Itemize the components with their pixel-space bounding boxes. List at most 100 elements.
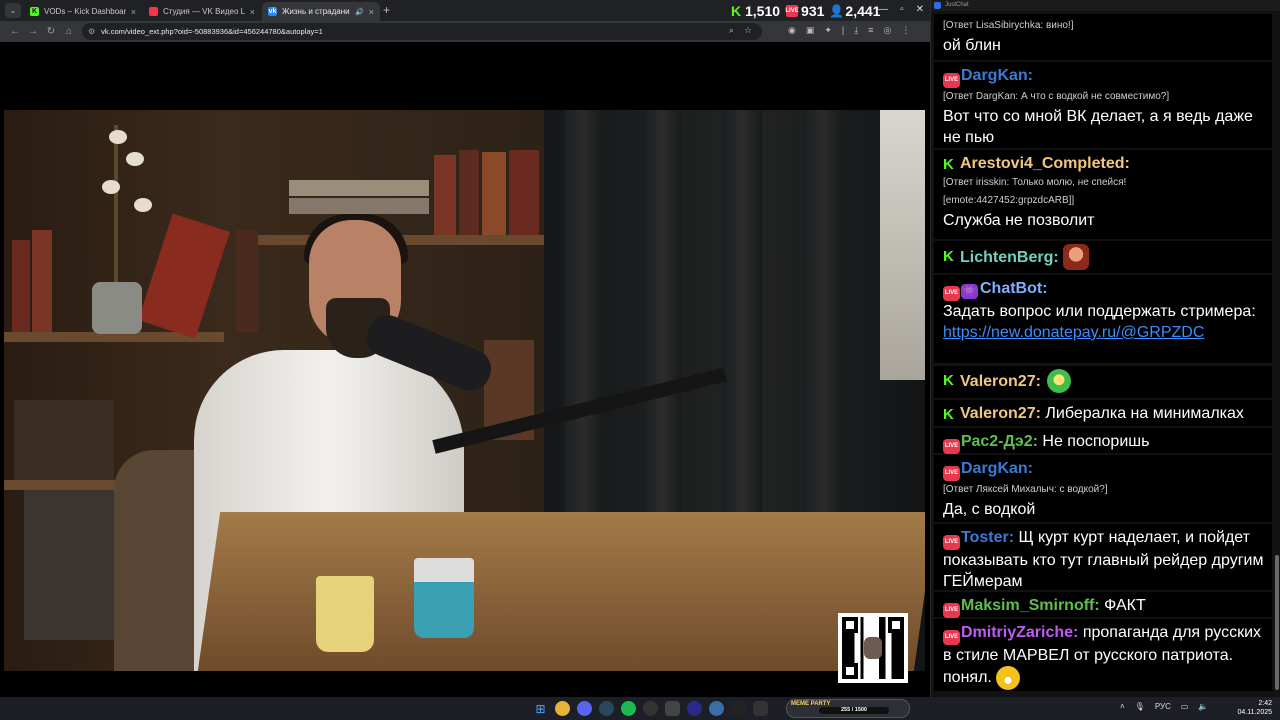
chrome-icon[interactable]: [555, 701, 570, 716]
menu-icon[interactable]: ⋮: [901, 25, 910, 36]
message-text: ФАКТ: [1104, 597, 1146, 614]
donate-link[interactable]: https://new.donatepay.ru/@GRPZDC: [943, 324, 1204, 341]
steam-icon[interactable]: [599, 701, 614, 716]
back-icon[interactable]: ←: [6, 26, 24, 37]
total-viewers: 👤 2,441: [829, 2, 881, 19]
close-tab-icon[interactable]: ×: [250, 7, 255, 17]
chat-scrollbar[interactable]: [1275, 555, 1279, 690]
app-icon[interactable]: [753, 701, 768, 716]
book: [434, 155, 456, 235]
qr-corner: [888, 617, 904, 633]
telegram-icon[interactable]: [709, 701, 724, 716]
message-text: Вот что со мной ВК делает, а я ведь даже…: [943, 108, 1253, 146]
book: [509, 150, 539, 235]
live-viewer-count: 931: [801, 2, 825, 19]
book: [459, 150, 479, 235]
chat-message: LIVE Рас2-Дэ2: Не поспоришь: [934, 428, 1272, 454]
microphone-icon[interactable]: 🎙: [1135, 702, 1145, 711]
message-author[interactable]: Maksim_Smirnoff:: [961, 597, 1100, 614]
message-author[interactable]: Arestovi4_Completed:: [960, 155, 1130, 172]
separator: |: [841, 25, 845, 35]
chevron-up-icon[interactable]: ˄: [1120, 702, 1125, 711]
stream-stats: K 1,510 LIVE 931 👤 2,441: [730, 0, 881, 21]
lichtenberg-emote-icon: [1062, 244, 1089, 270]
chat-message: LIVE Toster: Щ курт курт наделает, и пойд…: [934, 524, 1272, 590]
live-viewers: LIVE 931: [785, 2, 825, 19]
vk-favicon-icon: vk: [268, 7, 277, 16]
qr-pattern: [842, 617, 904, 679]
discord-icon[interactable]: [577, 701, 592, 716]
book: [289, 180, 429, 196]
tab-vk-studio[interactable]: Студия — VK Видео Live ×: [143, 2, 261, 21]
message-author[interactable]: DargKan:: [961, 460, 1033, 477]
tab-search-button[interactable]: ⌄: [5, 3, 21, 18]
chat-window-title: JustChat: [945, 2, 969, 8]
live-badge-icon: LIVE: [943, 73, 960, 88]
message-text: Не поспоришь: [1042, 433, 1150, 450]
reload-icon[interactable]: ↻: [42, 26, 60, 37]
live-badge-icon: LIVE: [943, 466, 960, 481]
message-author[interactable]: Toster:: [961, 529, 1014, 546]
site-info-icon[interactable]: ⚙: [88, 27, 95, 36]
tab-vk-video[interactable]: vk Жизнь и страдания Рома… 🔊 ×: [262, 2, 380, 21]
meme-party-widget[interactable]: MEME PARTY 255 / 1500: [786, 699, 910, 718]
book: [482, 152, 506, 235]
chat-message: K Valeron27:: [934, 366, 1272, 398]
maximize-icon[interactable]: ▫: [900, 4, 904, 15]
vk-live-favicon-icon: [149, 7, 158, 16]
live-badge-icon: LIVE: [943, 439, 960, 454]
home-icon[interactable]: ⌂: [60, 26, 78, 37]
chat-message: LIVE DargKan: [Ответ Ляксей Михалыч: с во…: [934, 455, 1272, 522]
tab-title: Жизнь и страдания Рома…: [282, 7, 350, 16]
message-author[interactable]: Valeron27:: [960, 405, 1041, 422]
extension-icon[interactable]: ◉: [788, 25, 796, 36]
total-viewer-count: 2,441: [845, 2, 881, 19]
profile-icon[interactable]: ◎: [884, 25, 892, 36]
message-author[interactable]: Valeron27:: [960, 371, 1041, 392]
app-icon[interactable]: [665, 701, 680, 716]
meme-party-progress: 255 / 1500: [819, 707, 889, 714]
message-author[interactable]: ChatBot:: [980, 280, 1048, 297]
tab-kick-vods[interactable]: K VODs – Kick Dashboard ×: [24, 2, 142, 21]
qr-corner: [842, 663, 858, 679]
qr-code: [838, 613, 908, 683]
media-player-icon[interactable]: [687, 701, 702, 716]
volume-icon[interactable]: 🔈: [1198, 702, 1208, 711]
book: [289, 198, 429, 214]
language-indicator[interactable]: РУС: [1155, 702, 1171, 711]
close-tab-icon[interactable]: ×: [131, 7, 136, 17]
live-badge-icon: LIVE: [943, 286, 960, 301]
audio-playing-icon[interactable]: 🔊: [355, 8, 364, 16]
video-player[interactable]: [4, 110, 925, 671]
start-icon[interactable]: ⊞: [533, 701, 548, 716]
message-author[interactable]: Рас2-Дэ2:: [961, 433, 1038, 450]
message-author[interactable]: DargKan:: [961, 67, 1033, 84]
close-window-icon[interactable]: ✕: [916, 4, 924, 15]
app-icon[interactable]: [643, 701, 658, 716]
book: [32, 230, 52, 332]
new-tab-button[interactable]: +: [383, 3, 390, 17]
address-bar[interactable]: ⚙ vk.com/video_ext.php?oid=-50883936&id=…: [82, 23, 762, 40]
chat-message: K LichtenBerg:: [934, 241, 1272, 273]
close-tab-icon[interactable]: ×: [369, 7, 374, 17]
download-icon[interactable]: ⤓: [854, 25, 858, 36]
minimize-icon[interactable]: —: [878, 4, 888, 15]
puzzle-icon[interactable]: ✦: [824, 25, 832, 36]
zoom-icon[interactable]: ⌕: [729, 25, 734, 36]
table: [197, 512, 925, 671]
media-icon[interactable]: ≡: [868, 25, 873, 36]
spotify-icon[interactable]: [621, 701, 636, 716]
extension-icon[interactable]: ▣: [806, 25, 815, 36]
clock[interactable]: 2:42 04.11.2025: [1237, 699, 1272, 717]
message-author[interactable]: DmitriyZariche:: [961, 624, 1078, 641]
bookmark-star-icon[interactable]: ☆: [744, 25, 752, 36]
windows-taskbar: ⊞ MEME PARTY 255 / 1500 ˄ 🎙 РУС ▭ 🔈 2:42…: [0, 697, 1280, 720]
orchid-flower: [109, 130, 127, 144]
orchid-flower: [134, 198, 152, 212]
forward-icon[interactable]: →: [24, 26, 42, 37]
blue-mug: [414, 558, 474, 638]
app-icon[interactable]: [731, 701, 746, 716]
kick-viewers: K 1,510: [730, 3, 780, 19]
message-author[interactable]: LichtenBerg:: [960, 247, 1059, 268]
network-icon[interactable]: ▭: [1181, 702, 1189, 711]
